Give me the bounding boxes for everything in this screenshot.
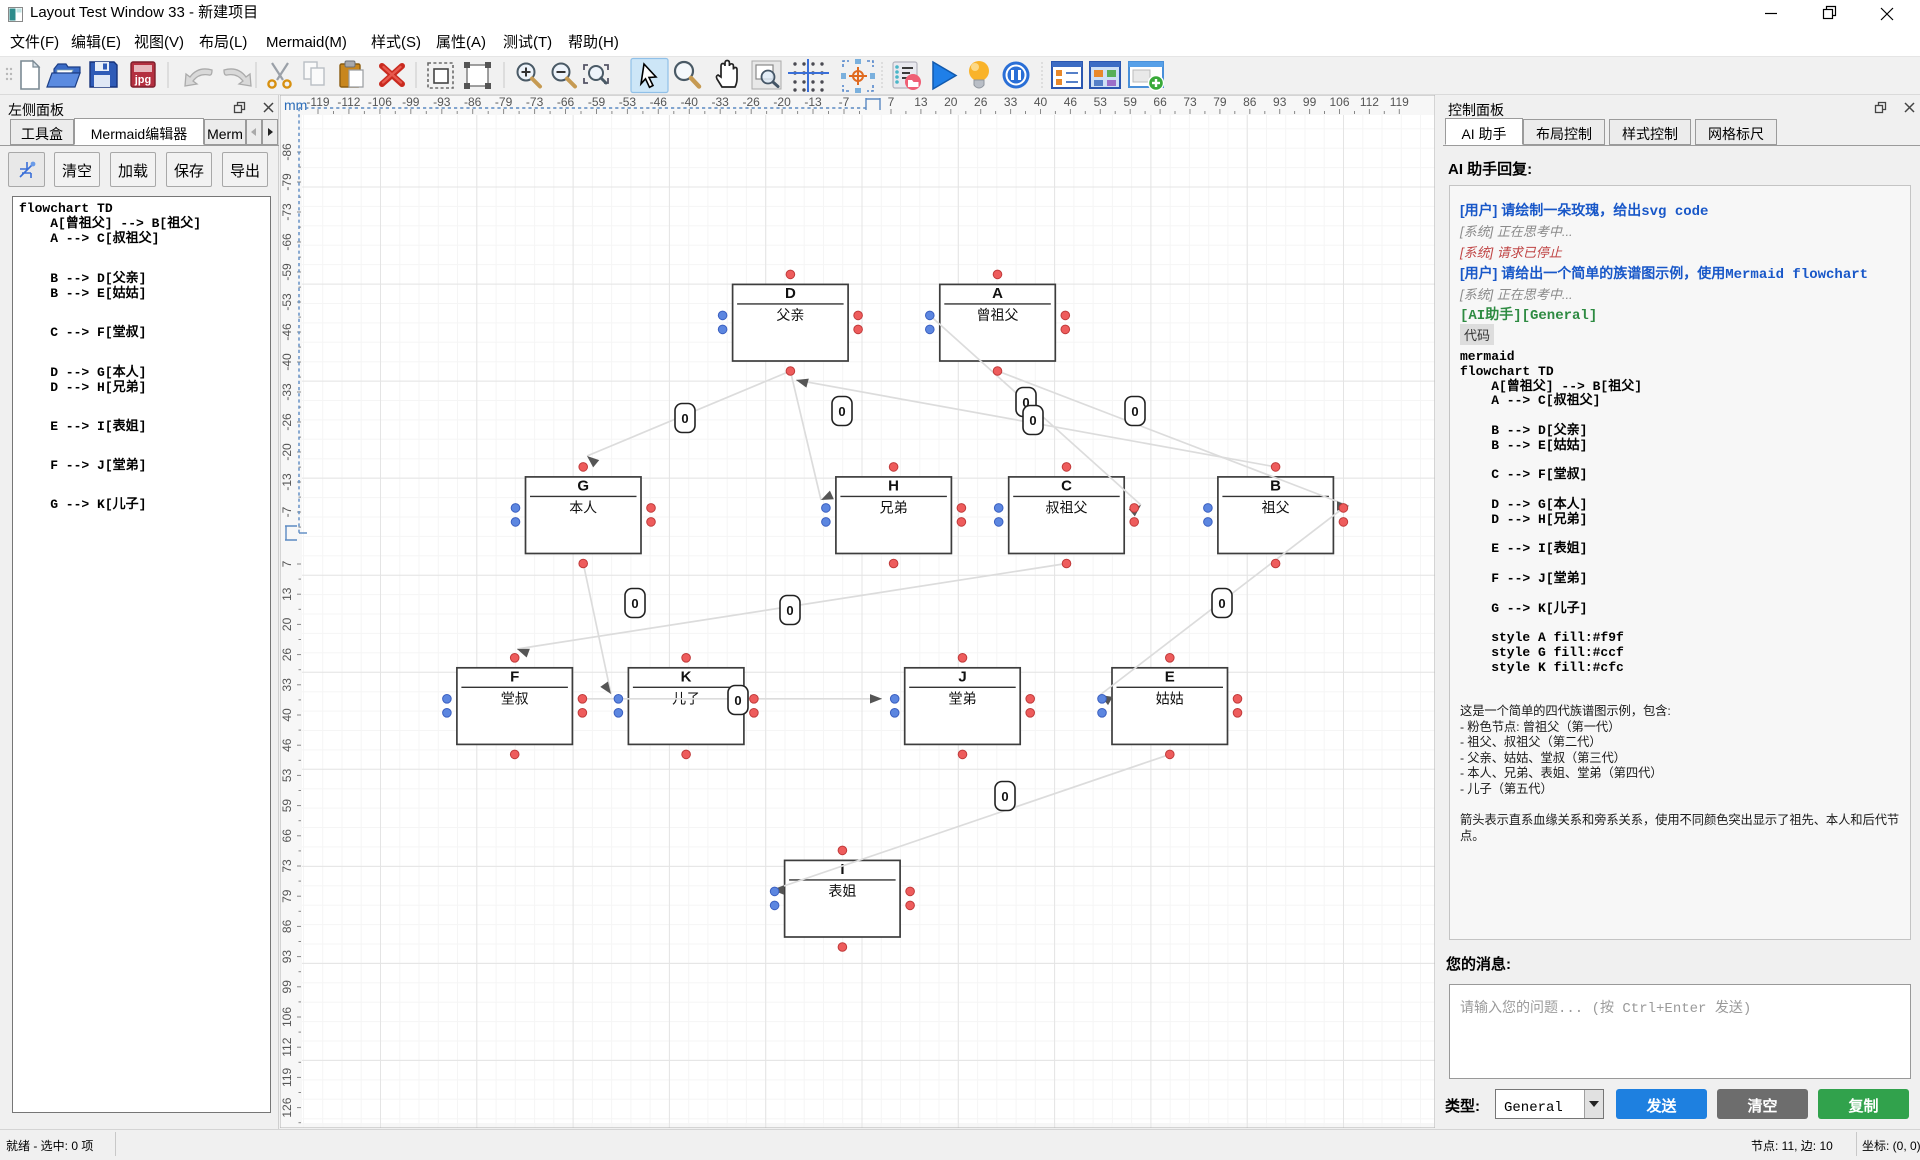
svg-text:C: C <box>1061 474 1072 495</box>
svg-text:-33: -33 <box>712 95 730 110</box>
svg-text:46: 46 <box>280 738 295 752</box>
svg-text:0: 0 <box>631 593 638 612</box>
svg-text:26: 26 <box>974 95 988 110</box>
svg-text:33: 33 <box>280 678 295 692</box>
svg-text:112: 112 <box>1360 95 1379 110</box>
svg-text:106: 106 <box>1329 95 1349 110</box>
svg-text:H: H <box>888 474 899 495</box>
svg-text:40: 40 <box>1034 95 1048 110</box>
svg-text:J: J <box>958 665 966 686</box>
svg-text:-66: -66 <box>280 233 295 251</box>
svg-text:0: 0 <box>681 408 688 427</box>
svg-text:13: 13 <box>280 587 295 601</box>
svg-text:99: 99 <box>280 980 295 994</box>
svg-text:66: 66 <box>1153 95 1167 110</box>
svg-text:93: 93 <box>1273 95 1287 110</box>
svg-text:106: 106 <box>280 1007 295 1027</box>
svg-text:-79: -79 <box>280 173 295 191</box>
svg-text:-20: -20 <box>280 443 295 461</box>
svg-text:jpg: jpg <box>134 71 152 87</box>
svg-text:33: 33 <box>1004 95 1018 110</box>
svg-text:53: 53 <box>1094 95 1108 110</box>
svg-text:表姐: 表姐 <box>828 881 856 901</box>
svg-text:-40: -40 <box>280 353 295 371</box>
svg-text:0: 0 <box>1029 410 1036 429</box>
svg-text:0: 0 <box>1218 593 1225 612</box>
svg-text:D: D <box>785 282 796 303</box>
svg-text:G: G <box>577 474 589 495</box>
svg-text:20: 20 <box>944 95 958 110</box>
svg-text:本人: 本人 <box>569 497 597 517</box>
svg-text:-20: -20 <box>773 95 791 110</box>
svg-text:-53: -53 <box>280 293 295 311</box>
svg-text:0: 0 <box>1001 786 1008 805</box>
svg-text:-86: -86 <box>280 143 295 161</box>
svg-text:59: 59 <box>280 799 295 813</box>
svg-text:99: 99 <box>1303 95 1317 110</box>
svg-text:119: 119 <box>1390 95 1409 110</box>
svg-text:-46: -46 <box>280 323 295 341</box>
svg-text:曾祖父: 曾祖父 <box>977 305 1019 325</box>
svg-text:-26: -26 <box>743 95 761 110</box>
svg-text:父亲: 父亲 <box>776 305 804 325</box>
svg-text:79: 79 <box>1213 95 1227 110</box>
svg-text:40: 40 <box>280 708 295 722</box>
svg-text:祖父: 祖父 <box>1262 497 1290 517</box>
svg-text:7: 7 <box>888 95 895 110</box>
svg-text:F: F <box>510 665 519 686</box>
svg-text:0: 0 <box>1131 401 1138 420</box>
svg-text:93: 93 <box>280 950 295 964</box>
svg-text:姑姑: 姑姑 <box>1156 688 1184 708</box>
svg-text:66: 66 <box>280 829 295 843</box>
svg-text:堂弟: 堂弟 <box>949 688 977 708</box>
svg-text:73: 73 <box>1183 95 1197 110</box>
svg-text:26: 26 <box>280 648 295 662</box>
svg-text:-13: -13 <box>280 473 295 491</box>
svg-text:-59: -59 <box>280 263 295 281</box>
svg-text:59: 59 <box>1124 95 1138 110</box>
svg-text:112: 112 <box>280 1037 295 1056</box>
svg-text:-13: -13 <box>804 95 822 110</box>
svg-text:126: 126 <box>280 1097 295 1117</box>
svg-text:-53: -53 <box>619 95 637 110</box>
svg-text:K: K <box>681 665 692 686</box>
svg-text:86: 86 <box>1243 95 1257 110</box>
svg-text:79: 79 <box>280 889 295 903</box>
svg-text:兄弟: 兄弟 <box>880 497 908 517</box>
svg-text:I: I <box>840 858 844 879</box>
svg-text:46: 46 <box>1064 95 1078 110</box>
svg-text:-26: -26 <box>280 413 295 431</box>
svg-text:A: A <box>992 282 1003 303</box>
svg-text:0: 0 <box>838 401 845 420</box>
svg-text:20: 20 <box>280 617 295 631</box>
svg-text:mm: mm <box>284 95 307 115</box>
svg-text:-40: -40 <box>681 95 699 110</box>
svg-text:-46: -46 <box>650 95 668 110</box>
svg-text:119: 119 <box>280 1068 295 1087</box>
svg-text:7: 7 <box>280 560 295 567</box>
svg-text:86: 86 <box>280 919 295 933</box>
svg-text:0: 0 <box>734 690 741 709</box>
svg-text:E: E <box>1165 665 1175 686</box>
svg-text:-73: -73 <box>280 203 295 221</box>
svg-text:-33: -33 <box>280 383 295 401</box>
svg-text:叔祖父: 叔祖父 <box>1046 497 1088 517</box>
svg-text:73: 73 <box>280 859 295 873</box>
svg-text:53: 53 <box>280 768 295 782</box>
svg-text:0: 0 <box>786 600 793 619</box>
svg-text:-7: -7 <box>280 506 295 517</box>
svg-text:堂叔: 堂叔 <box>501 688 529 708</box>
svg-text:13: 13 <box>914 95 928 110</box>
